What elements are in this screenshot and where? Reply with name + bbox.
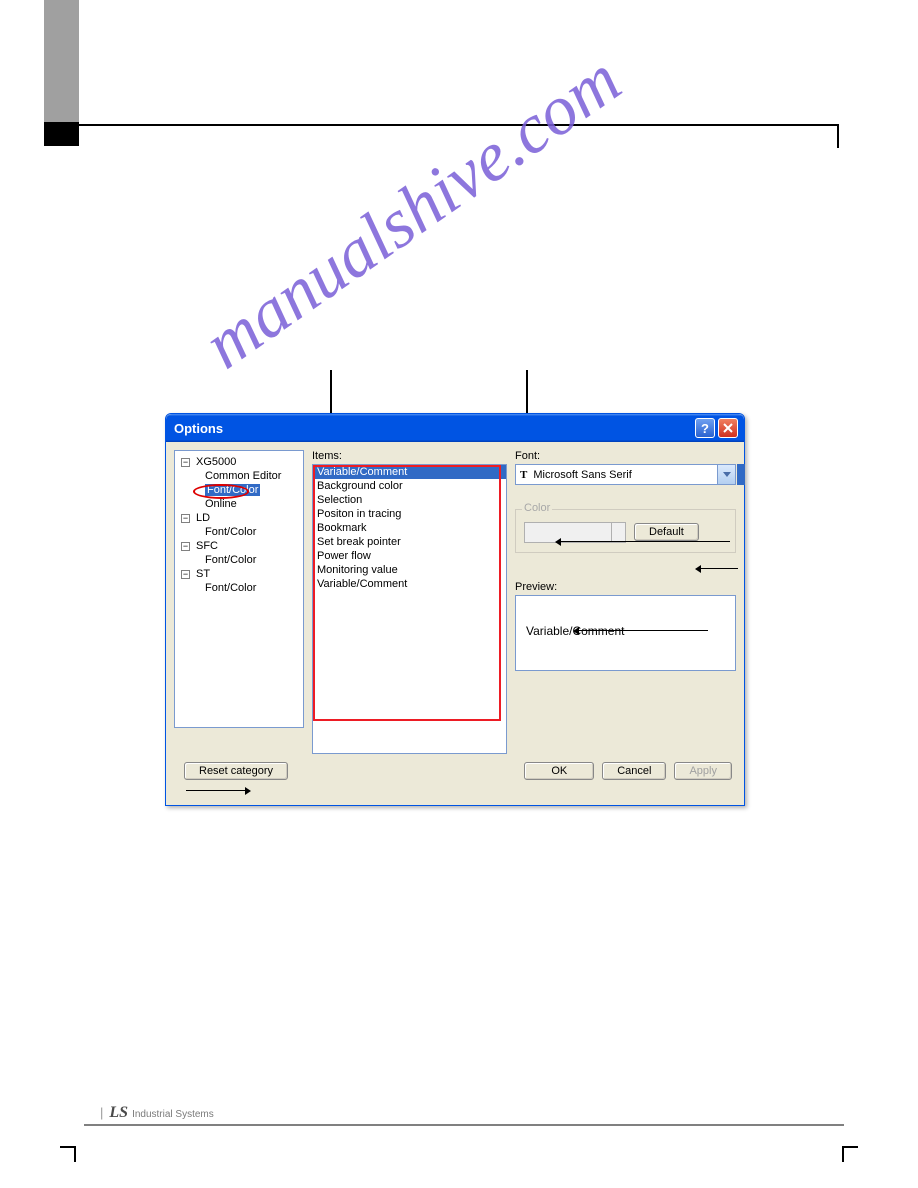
color-label: Color (522, 502, 552, 514)
list-item[interactable]: Set break pointer (313, 535, 506, 549)
tree-label: Font/Color (205, 526, 256, 538)
top-rule (79, 124, 839, 126)
tree-node-sfc-fontcolor[interactable]: Font/Color (201, 553, 301, 567)
tree-node-xg5000[interactable]: − XG5000 (177, 455, 301, 469)
collapse-icon[interactable]: − (181, 570, 190, 579)
items-label: Items: (312, 450, 507, 462)
highlight-oval (193, 484, 249, 499)
help-button[interactable]: ? (695, 418, 715, 438)
category-tree[interactable]: − XG5000 Common Editor Font/Color Online… (174, 450, 304, 728)
tree-node-sfc[interactable]: − SFC (177, 539, 301, 553)
tree-node-ld[interactable]: − LD (177, 511, 301, 525)
options-dialog: Options ? − XG5000 Common Editor Font/Co… (165, 413, 745, 806)
bottom-rule (84, 1124, 844, 1126)
font-dropdown[interactable]: T Microsoft Sans Serif (515, 464, 736, 485)
selection-bar (737, 464, 745, 485)
list-item[interactable]: Background color (313, 479, 506, 493)
tree-label: Common Editor (205, 470, 281, 482)
arrow-to-default (700, 568, 738, 569)
list-item[interactable]: Monitoring value (313, 563, 506, 577)
ok-button[interactable]: OK (524, 762, 594, 780)
list-item[interactable]: Positon in tracing (313, 507, 506, 521)
watermark-text: manualshive.com (190, 40, 636, 385)
font-value: Microsoft Sans Serif (533, 469, 631, 481)
tree-node-common-editor[interactable]: Common Editor (201, 469, 301, 483)
logo-sub: Industrial Systems (132, 1109, 214, 1120)
titlebar: Options ? (166, 414, 744, 442)
font-label: Font: (515, 450, 736, 462)
tree-label: Online (205, 498, 237, 510)
tree-node-st-fontcolor[interactable]: Font/Color (201, 581, 301, 595)
tree-label: LD (196, 512, 210, 524)
arrow-to-reset (186, 790, 246, 791)
list-item[interactable]: Variable/Comment (313, 465, 506, 479)
truetype-icon: T (520, 469, 527, 481)
collapse-icon[interactable]: − (181, 514, 190, 523)
preview-box: Variable/Comment (515, 595, 736, 671)
tree-label: SFC (196, 540, 218, 552)
arrow-to-color (560, 541, 730, 542)
tree-label: Font/Color (205, 554, 256, 566)
close-button[interactable] (718, 418, 738, 438)
tree-label: XG5000 (196, 456, 236, 468)
list-item[interactable]: Bookmark (313, 521, 506, 535)
apply-button[interactable]: Apply (674, 762, 732, 780)
tree-label: ST (196, 568, 210, 580)
tree-node-st[interactable]: − ST (177, 567, 301, 581)
corner-tab (44, 0, 79, 146)
crop-mark-br (842, 1146, 874, 1178)
cancel-button[interactable]: Cancel (602, 762, 666, 780)
crop-mark-bl (44, 1146, 76, 1178)
arrow-to-preview (578, 630, 708, 631)
default-button[interactable]: Default (634, 523, 699, 541)
dialog-title: Options (172, 421, 695, 436)
tree-node-ld-fontcolor[interactable]: Font/Color (201, 525, 301, 539)
chevron-down-icon[interactable] (717, 465, 735, 484)
list-item[interactable]: Selection (313, 493, 506, 507)
footer-logo: | LS Industrial Systems (100, 1104, 214, 1122)
tree-label: Font/Color (205, 582, 256, 594)
list-item[interactable]: Variable/Comment (313, 577, 506, 591)
color-group: Color Default (515, 509, 736, 553)
top-rule-tick (837, 124, 839, 148)
preview-label: Preview: (515, 581, 736, 593)
logo-ls: LS (109, 1104, 128, 1122)
reset-category-button[interactable]: Reset category (184, 762, 288, 780)
tree-node-online[interactable]: Online (201, 497, 301, 511)
collapse-icon[interactable]: − (181, 542, 190, 551)
list-item[interactable]: Power flow (313, 549, 506, 563)
color-picker[interactable] (524, 522, 626, 543)
items-listbox[interactable]: Variable/Comment Background color Select… (312, 464, 507, 754)
collapse-icon[interactable]: − (181, 458, 190, 467)
